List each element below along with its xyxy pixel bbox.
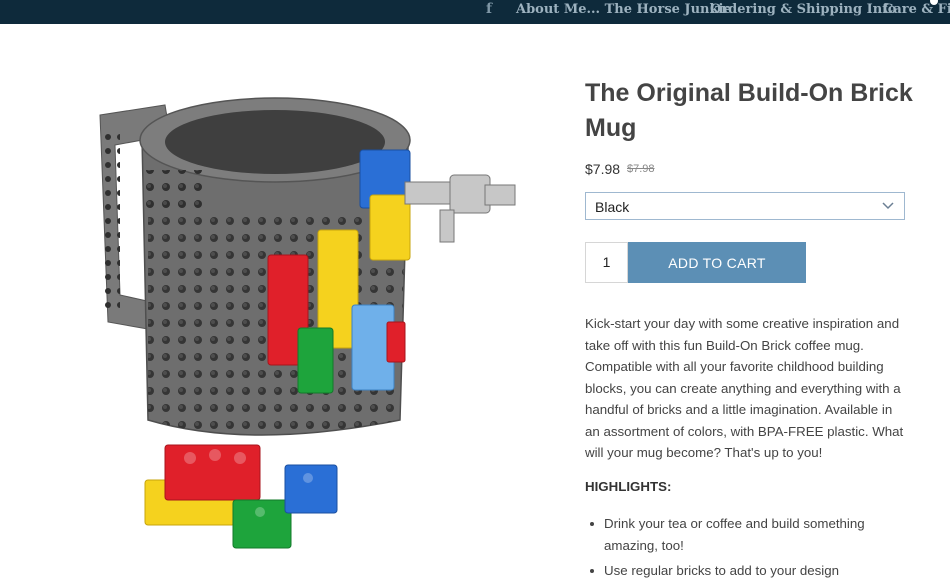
nav-link-care-fit[interactable]: Care & Fit I [883,2,950,17]
list-item: Use regular bricks to add to your design [585,560,895,582]
product-description: Kick-start your day with some creative i… [585,316,904,460]
variant-selected-value: Black [595,199,630,215]
facebook-icon[interactable]: f [486,1,492,17]
product-title: The Original Build-On Brick Mug [585,79,913,142]
variant-select[interactable]: Black [585,192,905,220]
add-to-cart-button[interactable]: ADD TO CART [628,242,806,283]
top-nav-bar: f About Me... The Horse Junkie Ordering … [0,0,950,24]
quantity-input[interactable]: 1 [585,242,628,283]
highlights-list: Drink your tea or coffee and build somet… [585,513,895,586]
nav-link-ordering-shipping[interactable]: Ordering & Shipping Info [710,2,896,17]
highlights-heading: HIGHLIGHTS: [585,479,672,494]
list-item: Drink your tea or coffee and build somet… [585,513,895,556]
product-image[interactable] [30,60,550,560]
brick-mug-illustration [99,97,516,549]
compare-at-price: $7.98 [627,163,655,175]
nav-link-about[interactable]: About Me... The Horse Junkie [516,2,732,17]
chevron-down-icon [882,202,894,210]
product-price: $7.98 [585,161,621,177]
